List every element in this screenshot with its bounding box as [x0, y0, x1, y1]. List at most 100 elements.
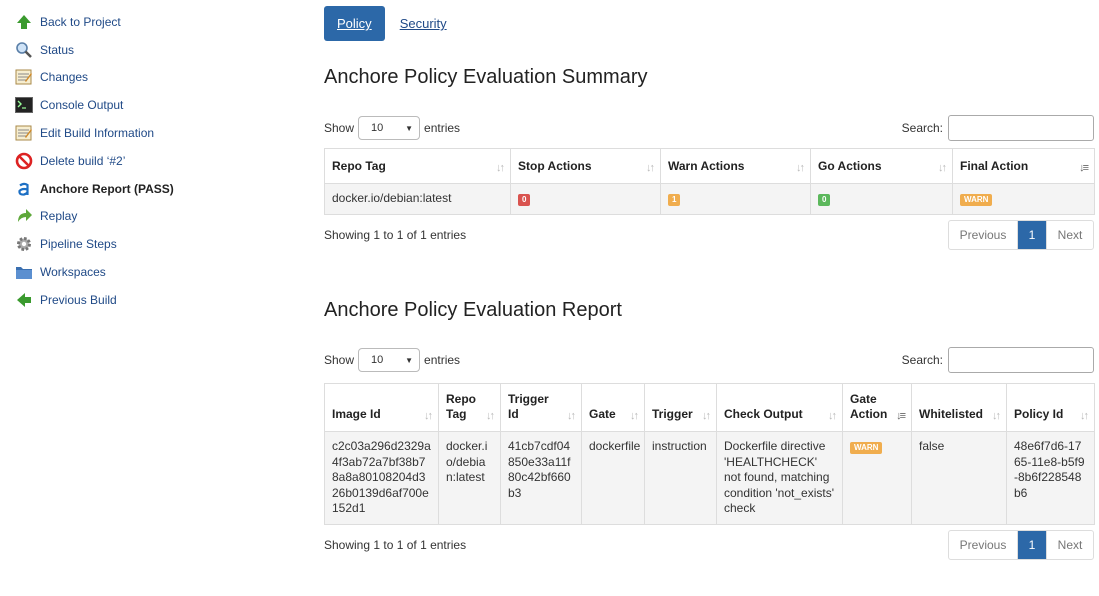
column-header-repo-tag[interactable]: Repo Tag ↓↑	[438, 383, 501, 432]
repo-tag-cell: docker.io/debian:latest	[324, 183, 511, 215]
column-header-repo-tag[interactable]: Repo Tag ↓↑	[324, 148, 511, 184]
page-size-select[interactable]: 10 ▼	[358, 348, 421, 372]
report-controls: Show 10 ▼ entries Search:	[324, 347, 1094, 373]
sort-desc-icon: ↓≡	[1079, 162, 1089, 174]
report-footer: Showing 1 to 1 of 1 entries Previous 1 N…	[324, 530, 1094, 560]
sidebar-item-console-output[interactable]: Console Output	[14, 91, 254, 119]
sort-icon: ↓↑	[496, 162, 505, 174]
caret-down-icon: ▼	[405, 355, 414, 365]
sidebar-item-label: Edit Build Information	[40, 126, 155, 141]
magnifier-icon	[14, 40, 34, 60]
sort-icon: ↓↑	[702, 410, 711, 422]
search-label: Search:	[901, 353, 943, 367]
page-1-button[interactable]: 1	[1018, 221, 1046, 249]
summary-footer: Showing 1 to 1 of 1 entries Previous 1 N…	[324, 220, 1094, 250]
previous-page-button[interactable]: Previous	[949, 531, 1018, 559]
page-1-button[interactable]: 1	[1018, 531, 1046, 559]
previous-page-button[interactable]: Previous	[949, 221, 1018, 249]
next-page-button[interactable]: Next	[1046, 531, 1093, 559]
column-header-policy-id[interactable]: Policy Id ↓↑	[1006, 383, 1095, 432]
show-label: Show	[324, 121, 355, 135]
sort-icon: ↓↑	[424, 410, 433, 422]
sort-icon: ↓↑	[1080, 410, 1089, 422]
entries-label: entries	[424, 121, 461, 135]
entries-label: entries	[424, 353, 461, 367]
column-header-whitelisted[interactable]: Whitelisted ↓↑	[911, 383, 1007, 432]
whitelisted-cell: false	[911, 431, 1007, 525]
final-action-badge: WARN	[960, 194, 993, 207]
folder-icon	[14, 262, 34, 282]
sidebar: Back to Project Status Changes Console O…	[14, 8, 254, 314]
sidebar-item-back-to-project[interactable]: Back to Project	[14, 8, 254, 36]
column-header-gate[interactable]: Gate ↓↑	[581, 383, 645, 432]
sidebar-item-delete-build[interactable]: Delete build ‘#2’	[14, 147, 254, 175]
summary-table: Repo Tag ↓↑ Stop Actions ↓↑ Warn Actions ↓↑…	[324, 148, 1095, 215]
sidebar-item-label: Status	[40, 42, 75, 57]
sidebar-item-status[interactable]: Status	[14, 36, 254, 64]
policy-id-cell: 48e6f7d6-1765-11e8-b5f9-8b6f228548b6	[1006, 431, 1095, 525]
column-header-final-action[interactable]: Final Action ↓≡	[952, 148, 1095, 184]
sort-icon: ↓↑	[567, 410, 576, 422]
summary-title: Anchore Policy Evaluation Summary	[324, 66, 648, 88]
sidebar-item-label: Workspaces	[40, 265, 106, 280]
gate-action-badge: WARN	[850, 442, 883, 454]
sidebar-item-anchore-report[interactable]: Anchore Report (PASS)	[14, 175, 254, 203]
sidebar-item-label: Changes	[40, 70, 89, 85]
repo-tag-cell: docker.io/debian:latest	[438, 431, 501, 525]
replay-arrow-icon	[14, 206, 34, 226]
green-up-arrow-icon	[14, 12, 34, 32]
green-left-arrow-icon	[14, 290, 34, 310]
main-content: Policy Security Anchore Policy Evaluatio…	[324, 6, 1095, 560]
sort-icon: ↓↑	[486, 410, 495, 422]
gate-cell: dockerfile	[581, 431, 645, 525]
column-header-go-actions[interactable]: Go Actions ↓↑	[810, 148, 953, 184]
summary-controls: Show 10 ▼ entries Search:	[324, 115, 1094, 141]
sort-desc-icon: ↓≡	[896, 410, 906, 422]
sidebar-item-pipeline-steps[interactable]: Pipeline Steps	[14, 230, 254, 258]
table-row: docker.io/debian:latest 0 1 0 WARN	[324, 183, 1095, 215]
trigger-cell: instruction	[644, 431, 717, 525]
entries-info: Showing 1 to 1 of 1 entries	[324, 538, 467, 552]
sidebar-item-label: Previous Build	[40, 292, 117, 307]
column-header-warn-actions[interactable]: Warn Actions ↓↑	[660, 148, 811, 184]
notepad-icon	[14, 123, 34, 143]
pagination: Previous 1 Next	[948, 530, 1094, 560]
sidebar-item-label: Back to Project	[40, 14, 121, 29]
tab-bar: Policy Security	[324, 6, 1094, 41]
warn-actions-badge: 1	[668, 194, 681, 207]
go-actions-badge: 0	[818, 194, 831, 207]
page-size-select[interactable]: 10 ▼	[358, 116, 421, 140]
anchore-logo-icon	[14, 179, 34, 199]
stop-actions-badge: 0	[518, 194, 531, 207]
entries-info: Showing 1 to 1 of 1 entries	[324, 228, 467, 242]
column-header-stop-actions[interactable]: Stop Actions ↓↑	[510, 148, 661, 184]
next-page-button[interactable]: Next	[1046, 221, 1093, 249]
column-header-trigger-id[interactable]: Trigger Id ↓↑	[500, 383, 582, 432]
column-header-check-output[interactable]: Check Output ↓↑	[716, 383, 843, 432]
gear-icon	[14, 234, 34, 254]
sidebar-item-changes[interactable]: Changes	[14, 64, 254, 92]
sort-icon: ↓↑	[646, 162, 655, 174]
column-header-image-id[interactable]: Image Id ↓↑	[324, 383, 439, 432]
search-input[interactable]	[948, 115, 1094, 141]
sidebar-item-label: Delete build ‘#2’	[40, 153, 126, 168]
column-header-trigger[interactable]: Trigger ↓↑	[644, 383, 717, 432]
sort-icon: ↓↑	[796, 162, 805, 174]
search-label: Search:	[901, 121, 943, 135]
check-output-cell: Dockerfile directive 'HEALTHCHECK' not f…	[716, 431, 843, 525]
tab-policy[interactable]: Policy	[324, 6, 385, 41]
sidebar-item-previous-build[interactable]: Previous Build	[14, 286, 254, 314]
tab-security[interactable]: Security	[400, 16, 447, 31]
pagination: Previous 1 Next	[948, 220, 1094, 250]
terminal-icon	[14, 95, 34, 115]
sort-icon: ↓↑	[630, 410, 639, 422]
column-header-gate-action[interactable]: Gate Action ↓≡	[842, 383, 912, 432]
sidebar-item-label: Pipeline Steps	[40, 237, 117, 252]
sidebar-item-edit-build-information[interactable]: Edit Build Information	[14, 119, 254, 147]
search-input[interactable]	[948, 347, 1094, 373]
sidebar-item-replay[interactable]: Replay	[14, 203, 254, 231]
report-title: Anchore Policy Evaluation Report	[324, 299, 622, 321]
sidebar-item-label: Replay	[40, 209, 78, 224]
sort-icon: ↓↑	[938, 162, 947, 174]
sidebar-item-workspaces[interactable]: Workspaces	[14, 258, 254, 286]
